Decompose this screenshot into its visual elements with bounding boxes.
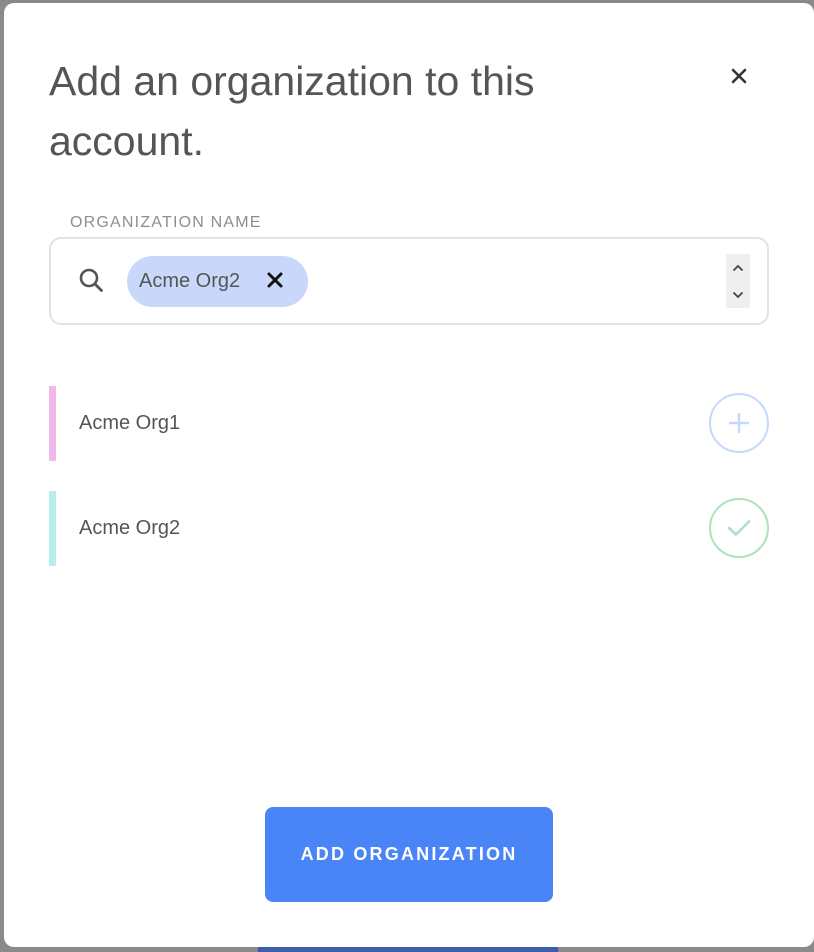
add-organization-dialog: Add an organization to this account. ORG… (4, 3, 814, 947)
number-spinner (726, 254, 750, 308)
chevron-up-icon (732, 264, 744, 271)
plus-icon (728, 412, 750, 434)
chip-remove-icon[interactable] (264, 269, 286, 291)
search-input[interactable] (316, 257, 720, 307)
org-color-bar (49, 491, 56, 566)
chip-label: Acme Org2 (139, 270, 241, 292)
spinner-down-button[interactable] (726, 281, 750, 308)
org-name: Acme Org1 (79, 412, 181, 434)
chevron-down-icon (732, 291, 744, 298)
add-org-button[interactable] (709, 393, 769, 453)
org-name: Acme Org2 (79, 517, 181, 539)
add-organization-button[interactable]: ADD ORGANIZATION (265, 807, 553, 902)
search-icon (79, 268, 103, 292)
organization-name-label: ORGANIZATION NAME (70, 214, 262, 231)
spinner-up-button[interactable] (726, 254, 750, 281)
org-selected-toggle[interactable] (709, 498, 769, 558)
org-color-bar (49, 386, 56, 461)
org-list-item-acme-org1: Acme Org1 (49, 386, 769, 461)
organization-search-field[interactable]: Acme Org2 (49, 237, 769, 325)
org-list-item-acme-org2: Acme Org2 (49, 491, 769, 566)
close-button[interactable] (724, 61, 754, 91)
dialog-title: Add an organization to this account. (49, 58, 535, 164)
check-icon (727, 520, 751, 536)
close-icon (731, 68, 747, 84)
selected-org-chip: Acme Org2 (127, 256, 308, 307)
